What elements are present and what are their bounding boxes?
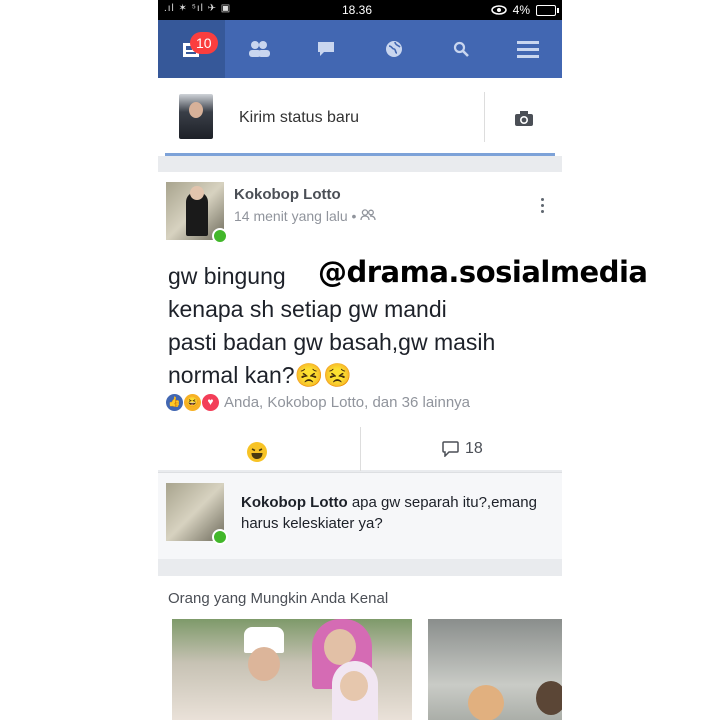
people-you-may-know: Orang yang Mungkin Anda Kenal [158,576,562,720]
suggestions-title: Orang yang Mungkin Anda Kenal [168,590,389,607]
post-timestamp: 14 menit yang lalu • [234,208,376,224]
watermark-text: @drama.sosialmedia [316,254,650,290]
feed-post: Kokobop Lotto 14 menit yang lalu • gw bi… [158,172,562,471]
battery-icon [536,4,559,16]
top-navbar: 10 [158,20,562,78]
message-icon [318,42,335,56]
battery-percent: 4% [512,3,530,17]
status-bar: .ıl ✶ ⁵ıl ✈ ▣ 18.36 4% [158,0,562,20]
eye-icon [490,5,507,15]
post-author-name[interactable]: Kokobop Lotto [234,186,341,203]
comment-author-name[interactable]: Kokobop Lotto [241,494,348,511]
haha-react-button[interactable] [246,441,268,463]
composer-divider [484,92,485,142]
globe-icon [385,41,402,57]
facebook-app: .ıl ✶ ⁵ıl ✈ ▣ 18.36 4% 10 Kirim status b… [158,0,562,720]
tab-friends[interactable] [225,20,292,78]
tab-messages[interactable] [293,20,360,78]
search-icon [453,41,469,57]
post-actions: 18 [158,426,562,471]
status-right: 4% [490,3,559,17]
online-indicator [212,228,228,244]
haha-reaction-icon: 😆 [184,394,201,411]
like-reaction-icon: 👍 [166,394,183,411]
suggestion-card-photo[interactable] [428,619,562,720]
composer-underline [165,153,555,156]
post-line: kenapa sh setiap gw mandi [168,296,447,322]
tab-news-feed[interactable]: 10 [158,20,226,78]
user-avatar [179,94,213,139]
status-input[interactable]: Kirim status baru [239,109,359,127]
status-composer: Kirim status baru [158,78,562,156]
signal-icons: .ıl ✶ ⁵ıl ✈ ▣ [164,3,232,14]
comment-button[interactable]: 18 [442,440,483,458]
friends-icon [248,41,270,57]
reactions-summary[interactable]: 👍 😆 ♥ Anda, Kokobop Lotto, dan 36 lainny… [166,394,470,411]
post-line: pasti badan gw basah,gw masih [168,329,496,355]
online-indicator [212,529,228,545]
comment-text[interactable]: Kokobop Lotto apa gw separah itu?,emang … [241,492,553,534]
post-line: normal kan?😣😣 [168,362,352,388]
clock: 18.36 [342,3,373,17]
friends-privacy-icon [360,209,376,221]
tab-menu[interactable] [495,20,562,78]
hamburger-menu-icon [517,41,540,58]
reactions-text: Anda, Kokobop Lotto, dan 36 lainnya [224,394,471,411]
suggestion-card-photo[interactable] [172,619,412,720]
notification-badge: 10 [190,32,218,54]
camera-icon[interactable] [515,111,533,126]
post-options-icon[interactable] [541,198,545,216]
comment-count: 18 [465,440,483,457]
actions-divider [360,427,361,471]
top-comment: Kokobop Lotto apa gw separah itu?,emang … [158,472,562,559]
comment-icon [442,441,459,457]
tab-search[interactable] [427,20,494,78]
tab-notifications[interactable] [360,20,427,78]
love-reaction-icon: ♥ [202,394,219,411]
